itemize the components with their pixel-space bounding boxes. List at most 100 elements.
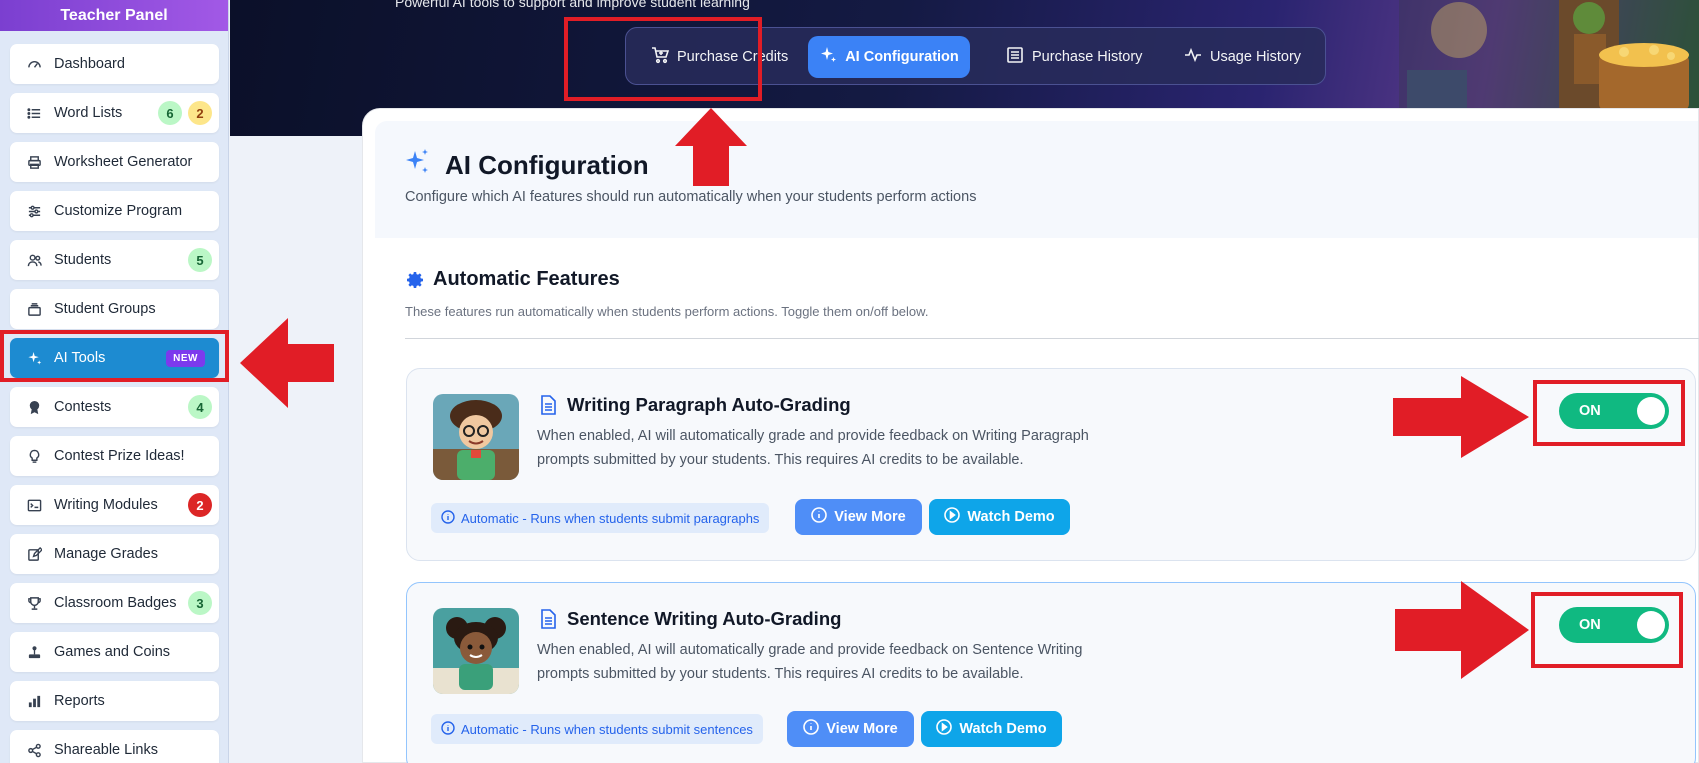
watch-demo-button[interactable]: Watch Demo: [929, 499, 1070, 535]
sidebar-item-label: Contest Prize Ideas!: [54, 448, 185, 464]
view-more-button[interactable]: View More: [795, 499, 922, 535]
dashboard-icon: [24, 54, 44, 74]
gear-icon: [405, 270, 425, 290]
sidebar-item-label: Classroom Badges: [54, 595, 177, 611]
sparkle-icon: [819, 46, 837, 68]
sidebar-item-label: Customize Program: [54, 203, 183, 219]
users-icon: [24, 250, 44, 270]
annotation-arrow-left: [240, 318, 334, 408]
sidebar-item-word-lists[interactable]: Word Lists 6 2: [10, 93, 219, 133]
sidebar-item-students[interactable]: Students 5: [10, 240, 219, 280]
writing-modules-count-badge: 2: [188, 493, 212, 517]
annotation-highlight-toggle-1: [1533, 380, 1685, 446]
joystick-icon: [24, 642, 44, 662]
word-lists-count-badge: 6: [158, 101, 182, 125]
sidebar-item-label: Reports: [54, 693, 105, 709]
sidebar-item-label: Games and Coins: [54, 644, 171, 660]
info-icon: [441, 509, 455, 527]
feature-avatar: [433, 394, 519, 480]
play-icon: [936, 719, 953, 739]
tab-usage-history[interactable]: Usage History: [1174, 36, 1311, 78]
info-icon: [811, 507, 828, 527]
tab-label: Purchase History: [1032, 49, 1143, 65]
sidebar-item-classroom-badges[interactable]: Classroom Badges 3: [10, 583, 219, 623]
sidebar-item-label: Shareable Links: [54, 742, 158, 758]
sidebar-item-label: Students: [54, 252, 112, 268]
sidebar-item-label: Manage Grades: [54, 546, 158, 562]
sidebar-title: Teacher Panel: [0, 0, 228, 31]
section-divider: [405, 338, 1699, 339]
section-title: Automatic Features: [433, 268, 620, 290]
groups-icon: [24, 299, 44, 319]
view-more-button[interactable]: View More: [787, 711, 914, 747]
annotation-highlight-ai-tools: [0, 330, 229, 382]
play-icon: [944, 507, 961, 527]
sidebar-item-reports[interactable]: Reports: [10, 681, 219, 721]
sidebar-item-label: Word Lists: [54, 105, 123, 121]
sidebar-item-label: Worksheet Generator: [54, 154, 193, 170]
terminal-icon: [24, 495, 44, 515]
header-subtitle: Powerful AI tools to support and improve…: [395, 0, 750, 10]
document-icon: [539, 395, 557, 415]
treasure-character-illustration: [1399, 0, 1699, 110]
document-icon: [539, 609, 557, 629]
watch-demo-button[interactable]: Watch Demo: [921, 711, 1062, 747]
feature-info-chip: Automatic - Runs when students submit se…: [431, 714, 763, 744]
sidebar-item-label: Contests: [54, 399, 112, 415]
info-icon: [441, 720, 455, 738]
list-icon: [24, 103, 44, 123]
feature-info-text: Automatic - Runs when students submit se…: [461, 721, 753, 737]
watch-demo-label: Watch Demo: [967, 509, 1055, 525]
sliders-icon: [24, 201, 44, 221]
tab-ai-configuration[interactable]: AI Configuration: [808, 36, 970, 78]
tab-label: AI Configuration: [845, 49, 959, 65]
annotation-arrow-right: [1393, 376, 1529, 458]
info-icon: [803, 719, 820, 739]
sidebar-item-dashboard[interactable]: Dashboard: [10, 44, 219, 84]
view-more-label: View More: [826, 721, 898, 737]
feature-title: Writing Paragraph Auto-Grading: [567, 394, 851, 415]
tab-label: Usage History: [1210, 49, 1302, 65]
feature-info-chip: Automatic - Runs when students submit pa…: [431, 503, 770, 533]
activity-icon: [1184, 46, 1202, 68]
sidebar-item-contests[interactable]: Contests 4: [10, 387, 219, 427]
sidebar-item-label: Writing Modules: [54, 497, 158, 513]
annotation-highlight-toggle-2: [1531, 592, 1683, 668]
feature-description: When enabled, AI will automatically grad…: [537, 642, 1083, 682]
receipt-icon: [1006, 46, 1024, 68]
annotation-arrow-up: [675, 108, 747, 186]
section-description: These features run automatically when st…: [405, 304, 929, 319]
tab-purchase-history[interactable]: Purchase History: [996, 36, 1152, 78]
contests-count-badge: 4: [188, 395, 212, 419]
sidebar-item-contest-prize-ideas[interactable]: Contest Prize Ideas!: [10, 436, 219, 476]
printer-icon: [24, 152, 44, 172]
sidebar-item-customize-program[interactable]: Customize Program: [10, 191, 219, 231]
feature-description: When enabled, AI will automatically grad…: [537, 428, 1089, 468]
sidebar-item-label: Dashboard: [54, 56, 125, 72]
sidebar-item-manage-grades[interactable]: Manage Grades: [10, 534, 219, 574]
feature-title: Sentence Writing Auto-Grading: [567, 608, 842, 629]
annotation-arrow-right: [1395, 581, 1529, 679]
page-title: AI Configuration: [445, 150, 649, 180]
page-description: Configure which AI features should run a…: [405, 189, 977, 205]
word-lists-pending-badge: 2: [188, 101, 212, 125]
sidebar-item-shareable-links[interactable]: Shareable Links: [10, 730, 219, 763]
students-count-badge: 5: [188, 248, 212, 272]
annotation-highlight-ai-config-tab: [564, 17, 762, 101]
classroom-badges-count-badge: 3: [188, 591, 212, 615]
sidebar-item-student-groups[interactable]: Student Groups: [10, 289, 219, 329]
bar-chart-icon: [24, 691, 44, 711]
sidebar-item-games-and-coins[interactable]: Games and Coins: [10, 632, 219, 672]
trophy-icon: [24, 593, 44, 613]
watch-demo-label: Watch Demo: [959, 721, 1047, 737]
share-icon: [24, 740, 44, 760]
feature-info-text: Automatic - Runs when students submit pa…: [461, 510, 760, 526]
sidebar-item-worksheet-generator[interactable]: Worksheet Generator: [10, 142, 219, 182]
sparkle-icon: [403, 147, 431, 177]
medal-icon: [24, 397, 44, 417]
sidebar-item-writing-modules[interactable]: Writing Modules 2: [10, 485, 219, 525]
view-more-label: View More: [834, 509, 906, 525]
sidebar-item-label: Student Groups: [54, 301, 156, 317]
lightbulb-icon: [24, 446, 44, 466]
feature-avatar: [433, 608, 519, 694]
